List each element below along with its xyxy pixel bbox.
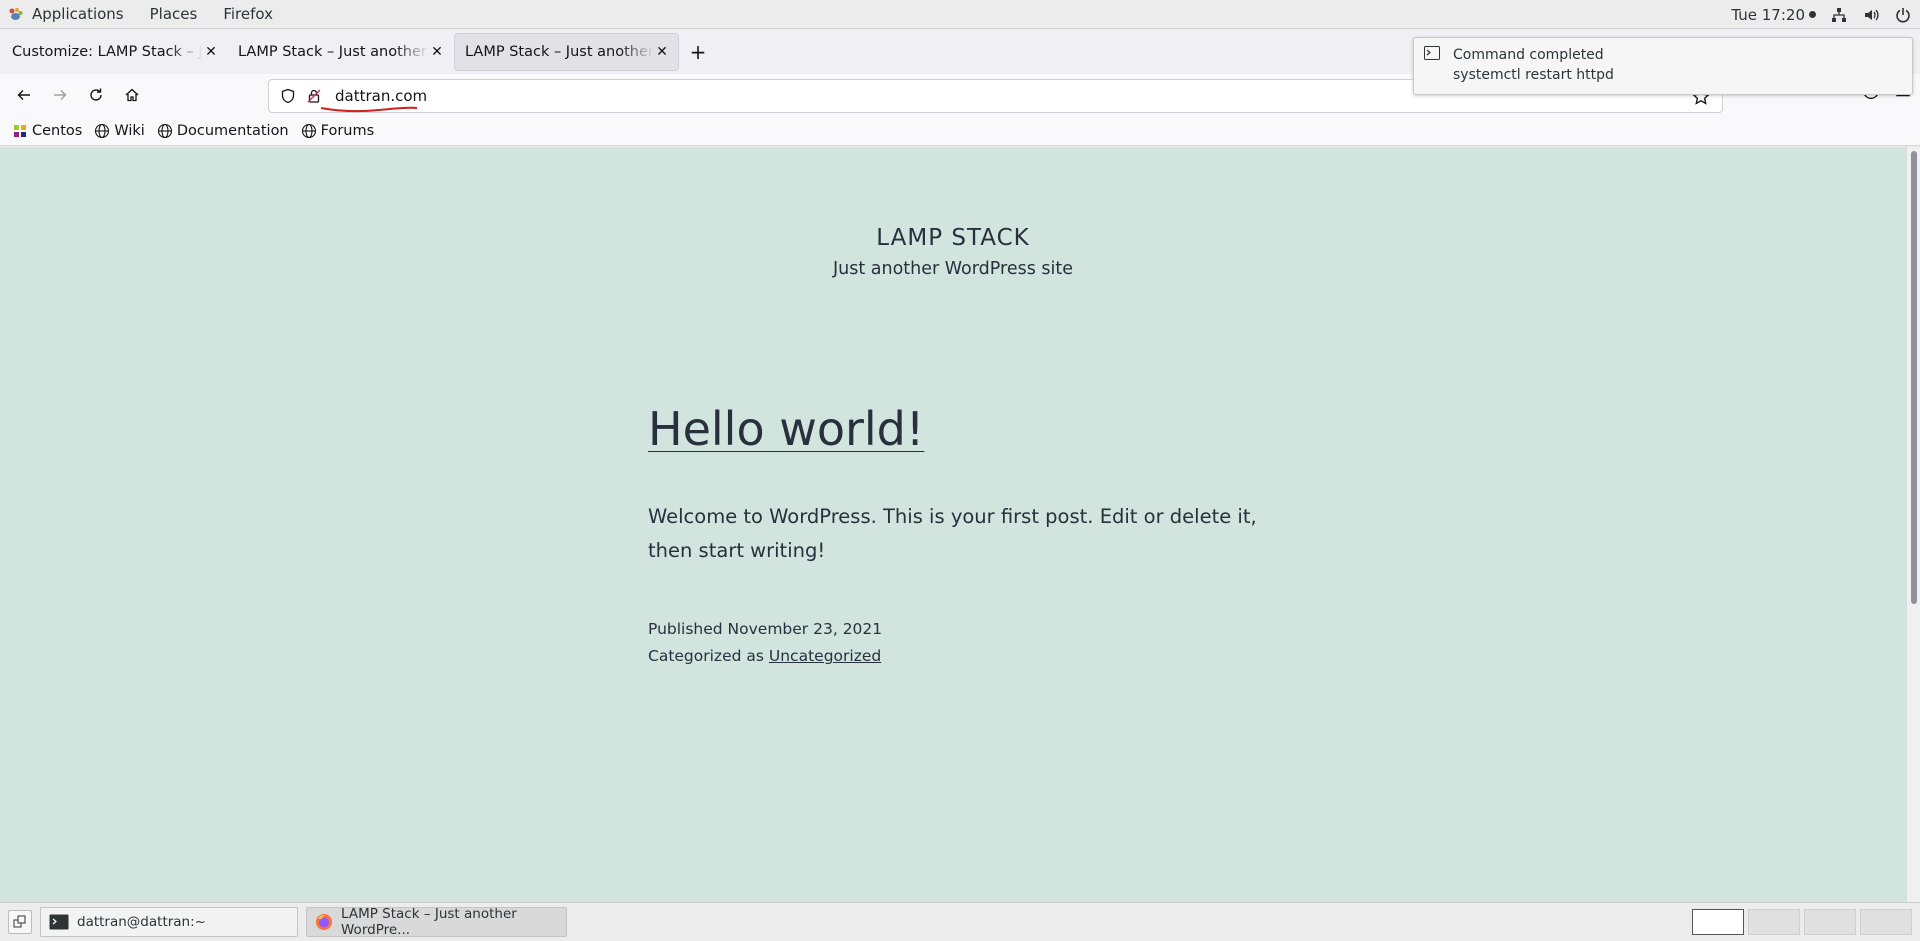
volume-icon[interactable] bbox=[1862, 6, 1880, 24]
applications-label: Applications bbox=[32, 5, 124, 23]
category-line: Categorized as Uncategorized bbox=[648, 643, 882, 670]
tab-lamp-stack-1[interactable]: LAMP Stack – Just another WordPress site… bbox=[228, 33, 453, 71]
tab-title: LAMP Stack – Just another WordPress site bbox=[238, 44, 429, 60]
close-icon[interactable]: ✕ bbox=[654, 44, 670, 60]
bookmark-centos[interactable]: Centos bbox=[12, 123, 82, 139]
notification-title: Command completed bbox=[1453, 47, 1604, 63]
clock[interactable]: Tue 17:20 bbox=[1731, 6, 1816, 24]
bookmark-label: Forums bbox=[320, 122, 375, 139]
firefox-icon bbox=[315, 913, 333, 931]
firefox-app-menu[interactable]: Firefox bbox=[210, 0, 286, 28]
firefox-menu-label: Firefox bbox=[223, 5, 273, 23]
taskbar-firefox[interactable]: LAMP Stack – Just another WordPre... bbox=[306, 906, 567, 938]
categorized-label: Categorized as bbox=[648, 647, 764, 665]
notification-dot-icon bbox=[1809, 11, 1816, 18]
web-page-content: LAMP STACK Just another WordPress site H… bbox=[0, 147, 1906, 902]
tab-title: Customize: LAMP Stack – Just another Wor… bbox=[12, 44, 203, 60]
page-scrollbar[interactable] bbox=[1906, 147, 1920, 902]
globe-icon bbox=[157, 123, 172, 138]
centos-logo-icon bbox=[14, 124, 26, 137]
terminal-icon bbox=[49, 913, 69, 931]
bookmark-label: Wiki bbox=[114, 122, 145, 139]
command-completed-notification[interactable]: Command completed systemctl restart http… bbox=[1413, 37, 1913, 95]
workspace-1[interactable] bbox=[1692, 909, 1744, 935]
globe-icon bbox=[301, 123, 316, 138]
close-icon[interactable]: ✕ bbox=[429, 44, 445, 60]
post-content: Welcome to WordPress. This is your first… bbox=[648, 505, 1257, 562]
close-icon[interactable]: ✕ bbox=[203, 44, 219, 60]
workspace-4[interactable] bbox=[1860, 909, 1912, 935]
bookmark-forums[interactable]: Forums bbox=[301, 122, 375, 139]
bookmark-documentation[interactable]: Documentation bbox=[157, 123, 289, 139]
show-desktop-button[interactable] bbox=[8, 910, 32, 934]
new-tab-button[interactable]: + bbox=[680, 33, 716, 71]
forward-arrow-icon bbox=[54, 90, 67, 100]
scrollbar-thumb[interactable] bbox=[1911, 151, 1917, 604]
post-meta: Published November 23, 2021 Categorized … bbox=[648, 616, 882, 670]
task-label: dattran@dattran:~ bbox=[77, 914, 206, 930]
home-icon bbox=[125, 88, 139, 102]
bookmark-label: Documentation bbox=[176, 122, 289, 139]
applications-menu[interactable]: Applications bbox=[0, 0, 137, 28]
home-button[interactable] bbox=[114, 79, 150, 111]
site-title[interactable]: LAMP STACK bbox=[0, 225, 1906, 251]
notification-body: systemctl restart httpd bbox=[1453, 67, 1614, 83]
back-button[interactable] bbox=[6, 79, 42, 111]
url-value: dattran.com bbox=[335, 87, 428, 105]
bottom-taskbar: dattran@dattran:~ LAMP Stack – Just anot… bbox=[0, 902, 1920, 941]
workspace-switcher bbox=[1692, 909, 1912, 935]
red-annotation-underline bbox=[320, 106, 418, 113]
tab-lamp-stack-2[interactable]: LAMP Stack – Just another WordPress site… bbox=[454, 33, 679, 71]
power-icon[interactable] bbox=[1894, 6, 1912, 24]
category-link[interactable]: Uncategorized bbox=[769, 647, 881, 665]
tab-customize[interactable]: Customize: LAMP Stack – Just another Wor… bbox=[2, 33, 227, 71]
bookmark-wiki[interactable]: Wiki bbox=[94, 122, 145, 139]
task-label: LAMP Stack – Just another WordPre... bbox=[341, 906, 517, 938]
site-description: Just another WordPress site bbox=[832, 259, 1073, 279]
tracking-protection-icon[interactable] bbox=[277, 85, 299, 107]
back-arrow-icon bbox=[17, 90, 30, 100]
system-tray: Tue 17:20 bbox=[1731, 0, 1912, 29]
bookmarks-toolbar: Centos Wiki Documentation Forums bbox=[0, 116, 1920, 146]
taskbar-terminal[interactable]: dattran@dattran:~ bbox=[40, 907, 298, 937]
clock-text: Tue 17:20 bbox=[1731, 5, 1805, 24]
bookmark-label: Centos bbox=[32, 122, 83, 139]
places-label: Places bbox=[149, 5, 198, 23]
post-title-link[interactable]: Hello world! bbox=[648, 402, 924, 456]
reload-icon bbox=[90, 88, 102, 101]
published-date: Published November 23, 2021 bbox=[648, 620, 883, 638]
insecure-lock-icon[interactable] bbox=[303, 85, 325, 107]
gnome-foot-icon bbox=[9, 8, 23, 20]
forward-button[interactable] bbox=[42, 79, 78, 111]
tab-title: LAMP Stack – Just another WordPress site bbox=[465, 44, 654, 60]
workspace-2[interactable] bbox=[1748, 909, 1800, 935]
workspace-3[interactable] bbox=[1804, 909, 1856, 935]
terminal-icon bbox=[1424, 46, 1440, 60]
network-icon[interactable] bbox=[1830, 6, 1848, 24]
globe-icon bbox=[95, 123, 110, 138]
places-menu[interactable]: Places bbox=[137, 0, 211, 28]
url-text[interactable]: dattran.com bbox=[320, 87, 428, 113]
top-panel: Applications Places Firefox Tue 17:20 bbox=[0, 0, 1920, 29]
reload-button[interactable] bbox=[78, 79, 114, 111]
window-list-icon bbox=[13, 915, 26, 928]
